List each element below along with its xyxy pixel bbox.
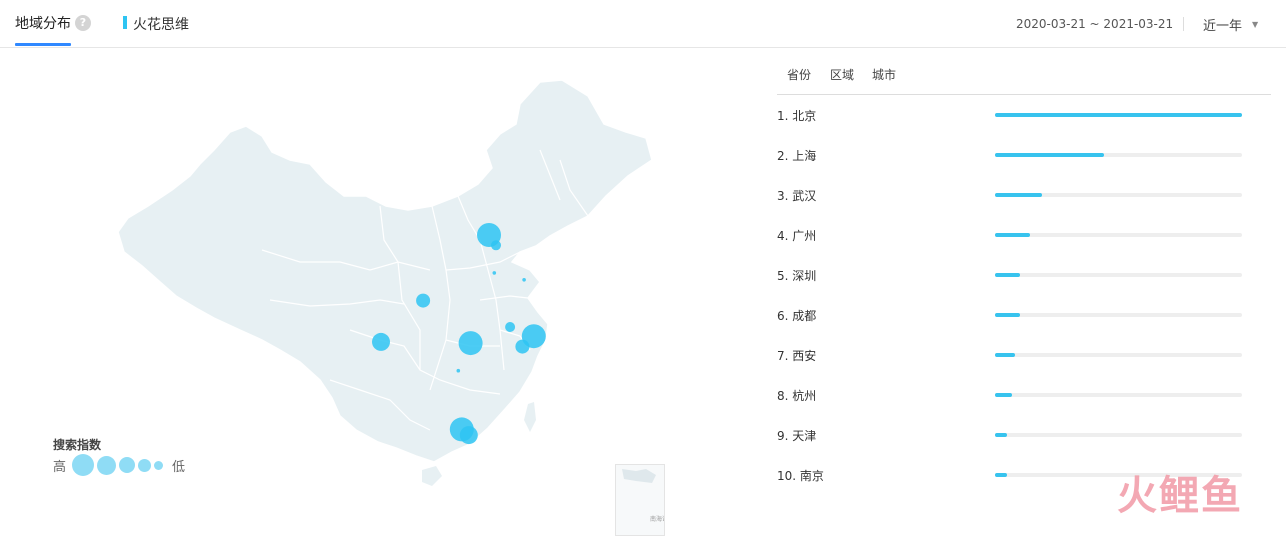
south-china-sea-inset: 南海诸岛 bbox=[615, 464, 674, 536]
ranking-label: 2. 上海 bbox=[777, 149, 817, 163]
inset-svg: 南海诸岛 bbox=[622, 469, 674, 523]
china-mainland-shape bbox=[117, 79, 653, 463]
city-bubble[interactable] bbox=[491, 240, 501, 251]
ranking-bar-track bbox=[995, 153, 1242, 157]
ranking-bar-fill bbox=[995, 393, 1013, 397]
legend-scale: 高 低 bbox=[53, 454, 185, 476]
ranking-bar-track bbox=[995, 313, 1242, 317]
ranking-label: 6. 成都 bbox=[777, 309, 817, 323]
city-bubble[interactable] bbox=[372, 332, 390, 351]
ranking-bar-track bbox=[995, 113, 1242, 117]
ranking-row: 9. 天津 bbox=[777, 425, 1247, 445]
ranking-label: 7. 西安 bbox=[777, 349, 817, 363]
ranking-bar-track bbox=[995, 193, 1242, 197]
ranking-row: 8. 杭州 bbox=[777, 385, 1247, 405]
date-range[interactable]: 2020-03-21 ~ 2021-03-21 bbox=[1016, 17, 1173, 31]
ranking-row: 3. 武汉 bbox=[777, 185, 1247, 205]
period-select[interactable]: 近一年 bbox=[1203, 15, 1242, 34]
ranking-bar-track bbox=[995, 273, 1242, 277]
ranking-row: 4. 广州 bbox=[777, 225, 1247, 245]
city-bubble[interactable] bbox=[456, 368, 461, 373]
tab-province[interactable]: 省份 bbox=[787, 66, 811, 83]
hainan-island bbox=[422, 466, 442, 486]
taiwan-island bbox=[524, 402, 536, 432]
city-bubble[interactable] bbox=[515, 339, 530, 354]
city-bubble[interactable] bbox=[416, 293, 431, 308]
watermark-logo: 火鲤鱼 bbox=[1117, 473, 1243, 519]
legend-dot-5 bbox=[72, 454, 95, 476]
legend-dot-2 bbox=[138, 458, 152, 472]
ranking-label: 5. 深圳 bbox=[777, 269, 817, 283]
caret-down-icon[interactable]: ▼ bbox=[1252, 20, 1258, 29]
city-bubble[interactable] bbox=[505, 322, 516, 332]
ranking-bar-fill bbox=[995, 193, 1042, 197]
help-icon[interactable]: ? bbox=[75, 15, 91, 31]
ranking-label: 8. 杭州 bbox=[777, 389, 817, 403]
ranking-label: 10. 南京 bbox=[777, 469, 824, 483]
city-bubble[interactable] bbox=[522, 278, 526, 282]
ranking-bar-fill bbox=[995, 313, 1020, 317]
china-map: 南海诸岛 搜索指数 高 低 bbox=[0, 48, 760, 536]
ranking-bar-fill bbox=[995, 273, 1020, 277]
ranking-row: 6. 成都 bbox=[777, 305, 1247, 325]
ranking-row: 2. 上海 bbox=[777, 145, 1247, 165]
inset-label: 南海诸岛 bbox=[650, 515, 664, 523]
ranking-bar-fill bbox=[995, 433, 1008, 437]
tab-region-distribution[interactable]: 地域分布 bbox=[15, 13, 71, 33]
map-svg bbox=[117, 79, 653, 486]
header-divider bbox=[1183, 17, 1184, 31]
ranking-row: 1. 北京 bbox=[777, 105, 1247, 125]
ranking-label: 4. 广州 bbox=[777, 229, 817, 243]
ranking-row: 5. 深圳 bbox=[777, 265, 1247, 285]
legend-low-label: 低 bbox=[172, 459, 186, 475]
ranking-label: 1. 北京 bbox=[777, 109, 817, 123]
ranking-bar-fill bbox=[995, 233, 1030, 237]
panel-divider bbox=[777, 94, 1271, 95]
city-bubble[interactable] bbox=[459, 426, 478, 445]
ranking-label: 3. 武汉 bbox=[777, 189, 817, 203]
legend-dot-4 bbox=[97, 455, 117, 475]
city-bubble[interactable] bbox=[492, 271, 497, 275]
ranking-bar-track bbox=[995, 393, 1242, 397]
city-bubble[interactable] bbox=[458, 331, 483, 356]
legend-title: 搜索指数 bbox=[53, 438, 102, 452]
ranking-bar-track bbox=[995, 233, 1242, 237]
brand-marker bbox=[123, 16, 127, 29]
ranking-bar-fill bbox=[995, 353, 1015, 357]
ranking-bar-track bbox=[995, 353, 1242, 357]
ranking-row: 7. 西安 bbox=[777, 345, 1247, 365]
keyword-label: 火花思维 bbox=[133, 17, 189, 33]
legend-dot-1 bbox=[154, 460, 164, 470]
header-bar: 地域分布 ? 火花思维 2020-03-21 ~ 2021-03-21 近一年 … bbox=[0, 0, 1286, 48]
ranking-bar-fill bbox=[995, 113, 1242, 117]
legend-high-label: 高 bbox=[53, 459, 67, 475]
legend-dot-3 bbox=[119, 457, 136, 473]
ranking-label: 9. 天津 bbox=[777, 429, 817, 443]
ranking-bar-track bbox=[995, 433, 1242, 437]
tab-city[interactable]: 城市 bbox=[872, 66, 896, 83]
ranking-bar-fill bbox=[995, 473, 1008, 477]
active-tab-indicator bbox=[15, 43, 71, 46]
ranking-bar-fill bbox=[995, 153, 1104, 157]
tab-area[interactable]: 区域 bbox=[830, 66, 854, 83]
